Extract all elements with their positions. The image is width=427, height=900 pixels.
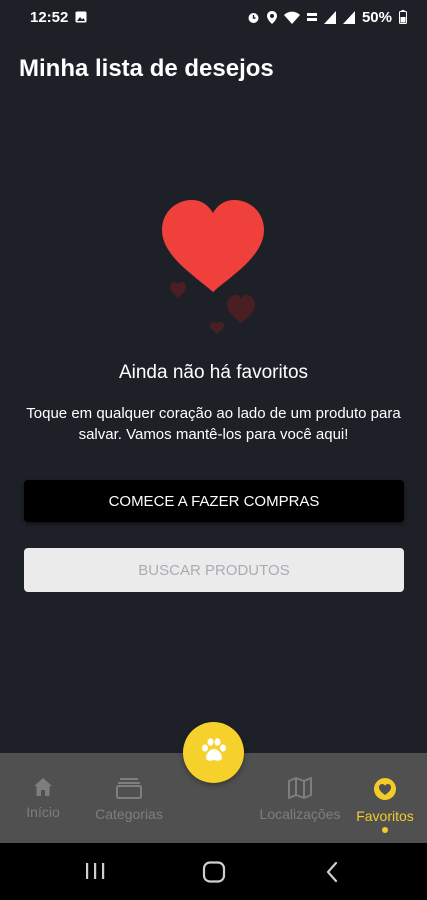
nav-item-favorites[interactable]: Favoritos bbox=[352, 777, 418, 833]
empty-state-title: Ainda não há favoritos bbox=[118, 362, 309, 383]
image-icon bbox=[75, 11, 87, 23]
location-icon bbox=[266, 10, 277, 24]
empty-state-description: Toque em qualquer coração ao lado de um … bbox=[26, 405, 401, 443]
status-right: 50% bbox=[247, 9, 407, 26]
search-products-button[interactable]: BUSCAR PRODUTOS bbox=[24, 548, 404, 592]
volte-icon bbox=[306, 11, 317, 24]
heart-icon bbox=[373, 777, 397, 804]
nav-item-categories[interactable]: Categorias bbox=[90, 777, 168, 822]
hearts-icon bbox=[150, 190, 280, 340]
status-time: 12:52 bbox=[30, 8, 69, 26]
start-shopping-button[interactable]: COMECE A FAZER COMPRAS bbox=[24, 480, 404, 522]
center-paw-button[interactable] bbox=[183, 722, 244, 783]
map-icon bbox=[287, 777, 313, 802]
signal-icon bbox=[323, 10, 336, 24]
alarm-icon bbox=[247, 11, 260, 24]
battery-icon bbox=[399, 10, 407, 24]
home-icon bbox=[33, 777, 53, 800]
active-indicator bbox=[382, 827, 388, 833]
signal-icon bbox=[342, 10, 355, 24]
nav-label-categories: Categorias bbox=[95, 806, 163, 822]
recents-icon[interactable] bbox=[84, 861, 106, 881]
system-nav bbox=[0, 843, 427, 900]
nav-label-locations: Localizações bbox=[259, 806, 341, 822]
battery-percent: 50% bbox=[361, 8, 392, 26]
paw-icon bbox=[200, 737, 228, 768]
nav-label-favorites: Favoritos bbox=[356, 808, 414, 824]
nav-item-locations[interactable]: Localizações bbox=[258, 777, 342, 822]
home-icon[interactable] bbox=[202, 861, 226, 883]
wifi-icon bbox=[283, 11, 300, 24]
nav-item-home[interactable]: Início bbox=[24, 777, 62, 820]
nav-label-home: Início bbox=[26, 804, 60, 820]
categories-icon bbox=[116, 777, 142, 802]
page-title: Minha lista de desejos bbox=[19, 55, 274, 82]
status-bar: 12:52 50% bbox=[0, 0, 427, 34]
status-left: 12:52 bbox=[30, 9, 87, 26]
back-icon[interactable] bbox=[324, 861, 340, 883]
